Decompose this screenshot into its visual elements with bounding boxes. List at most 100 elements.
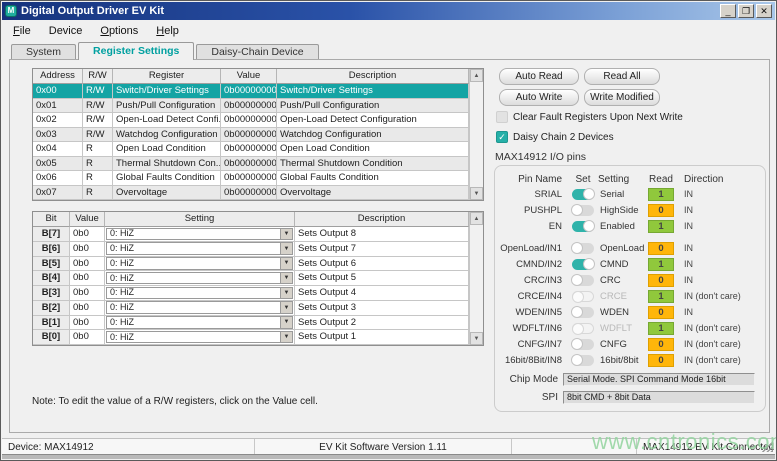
register-value-cell[interactable]: 0b00000000 <box>221 186 277 201</box>
bit-value-cell[interactable]: 0b0 <box>70 271 105 286</box>
pin-toggle[interactable] <box>572 205 594 216</box>
clear-fault-registers-checkbox[interactable] <box>496 111 508 123</box>
tab-system[interactable]: System <box>11 44 76 59</box>
daisy-chain-checkbox[interactable]: ✓ <box>496 131 508 143</box>
register-address-cell[interactable]: 0x03 <box>33 128 83 143</box>
register-description-cell[interactable]: Open Load Condition <box>277 142 469 157</box>
register-rw-cell[interactable]: R <box>83 157 113 172</box>
register-description-cell[interactable]: Overvoltage <box>277 186 469 201</box>
bit-description-cell[interactable]: Sets Output 3 <box>295 301 469 316</box>
bit-setting-cell[interactable]: 0: HiZ ▼ <box>105 286 295 301</box>
bit-name-cell[interactable]: B[4] <box>33 271 70 286</box>
scroll-down-icon[interactable]: ▼ <box>470 187 483 200</box>
pin-toggle[interactable] <box>572 291 594 302</box>
register-table-row[interactable]: 0x02 R/W Open-Load Detect Confi... 0b000… <box>33 113 469 128</box>
register-table-row[interactable]: 0x05 R Thermal Shutdown Con... 0b0000000… <box>33 157 469 172</box>
register-name-cell[interactable]: Switch/Driver Settings <box>113 84 221 99</box>
scroll-up-icon[interactable]: ▲ <box>470 212 483 225</box>
chevron-down-icon[interactable]: ▼ <box>280 229 292 240</box>
bit-name-cell[interactable]: B[0] <box>33 330 70 345</box>
bit-description-cell[interactable]: Sets Output 6 <box>295 257 469 272</box>
register-value-cell[interactable]: 0b00000000 <box>221 142 277 157</box>
register-rw-cell[interactable]: R/W <box>83 99 113 114</box>
chevron-down-icon[interactable]: ▼ <box>280 302 292 313</box>
register-value-cell[interactable]: 0b00000000 <box>221 171 277 186</box>
read-all-button[interactable]: Read All <box>584 68 660 85</box>
auto-write-button[interactable]: Auto Write <box>499 89 579 106</box>
clear-fault-registers-checkbox-row[interactable]: Clear Fault Registers Upon Next Write <box>496 111 683 123</box>
register-name-cell[interactable]: Global Faults Condition <box>113 171 221 186</box>
bit-table-row[interactable]: B[5] 0b0 0: HiZ ▼ Sets Output 6 <box>33 257 469 272</box>
bit-table-row[interactable]: B[1] 0b0 0: HiZ ▼ Sets Output 2 <box>33 316 469 331</box>
bit-value-cell[interactable]: 0b0 <box>70 330 105 345</box>
close-button[interactable]: ✕ <box>756 4 772 18</box>
chevron-down-icon[interactable]: ▼ <box>280 258 292 269</box>
bit-table-row[interactable]: B[0] 0b0 0: HiZ ▼ Sets Output 1 <box>33 330 469 345</box>
register-value-cell[interactable]: 0b00000000 <box>221 99 277 114</box>
register-address-cell[interactable]: 0x04 <box>33 142 83 157</box>
pin-toggle[interactable] <box>572 259 594 270</box>
register-name-cell[interactable]: Open-Load Detect Confi... <box>113 113 221 128</box>
chevron-down-icon[interactable]: ▼ <box>280 288 292 299</box>
register-rw-cell[interactable]: R <box>83 186 113 201</box>
tab-register-settings[interactable]: Register Settings <box>78 42 194 60</box>
bit-setting-cell[interactable]: 0: HiZ ▼ <box>105 271 295 286</box>
bit-name-cell[interactable]: B[3] <box>33 286 70 301</box>
bit-name-cell[interactable]: B[7] <box>33 227 70 242</box>
bit-name-cell[interactable]: B[1] <box>33 316 70 331</box>
register-value-cell[interactable]: 0b00000000 <box>221 84 277 99</box>
register-rw-cell[interactable]: R/W <box>83 84 113 99</box>
bit-setting-cell[interactable]: 0: HiZ ▼ <box>105 330 295 345</box>
minimize-button[interactable]: _ <box>720 4 736 18</box>
menu-item-device[interactable]: Device <box>40 23 92 39</box>
register-name-cell[interactable]: Thermal Shutdown Con... <box>113 157 221 172</box>
bit-description-cell[interactable]: Sets Output 7 <box>295 242 469 257</box>
pin-toggle[interactable] <box>572 307 594 318</box>
register-address-cell[interactable]: 0x06 <box>33 171 83 186</box>
register-description-cell[interactable]: Thermal Shutdown Condition <box>277 157 469 172</box>
bit-table-row[interactable]: B[4] 0b0 0: HiZ ▼ Sets Output 5 <box>33 271 469 286</box>
chevron-down-icon[interactable]: ▼ <box>280 273 292 284</box>
bit-value-cell[interactable]: 0b0 <box>70 316 105 331</box>
bit-setting-dropdown[interactable]: 0: HiZ ▼ <box>106 301 293 314</box>
register-name-cell[interactable]: Open Load Condition <box>113 142 221 157</box>
bit-setting-dropdown[interactable]: 0: HiZ ▼ <box>106 287 293 300</box>
register-value-cell[interactable]: 0b00000000 <box>221 113 277 128</box>
register-name-cell[interactable]: Push/Pull Configuration <box>113 99 221 114</box>
bit-value-cell[interactable]: 0b0 <box>70 257 105 272</box>
bit-description-cell[interactable]: Sets Output 2 <box>295 316 469 331</box>
bit-description-cell[interactable]: Sets Output 1 <box>295 330 469 345</box>
bit-name-cell[interactable]: B[6] <box>33 242 70 257</box>
register-name-cell[interactable]: Overvoltage <box>113 186 221 201</box>
bit-description-cell[interactable]: Sets Output 5 <box>295 271 469 286</box>
bit-name-cell[interactable]: B[2] <box>33 301 70 316</box>
bit-table-row[interactable]: B[2] 0b0 0: HiZ ▼ Sets Output 3 <box>33 301 469 316</box>
pin-toggle[interactable] <box>572 355 594 366</box>
register-table-scrollbar[interactable]: ▲ ▼ <box>469 69 483 200</box>
register-table-row[interactable]: 0x01 R/W Push/Pull Configuration 0b00000… <box>33 99 469 114</box>
register-description-cell[interactable]: Global Faults Condition <box>277 171 469 186</box>
register-value-cell[interactable]: 0b00000000 <box>221 128 277 143</box>
register-table-row[interactable]: 0x07 R Overvoltage 0b00000000 Overvoltag… <box>33 186 469 201</box>
bit-setting-dropdown[interactable]: 0: HiZ ▼ <box>106 272 293 285</box>
bit-description-cell[interactable]: Sets Output 4 <box>295 286 469 301</box>
register-value-cell[interactable]: 0b00000000 <box>221 157 277 172</box>
register-table-row[interactable]: 0x06 R Global Faults Condition 0b0000000… <box>33 171 469 186</box>
bit-table-row[interactable]: B[6] 0b0 0: HiZ ▼ Sets Output 7 <box>33 242 469 257</box>
bit-value-cell[interactable]: 0b0 <box>70 227 105 242</box>
bit-setting-cell[interactable]: 0: HiZ ▼ <box>105 242 295 257</box>
bit-setting-dropdown[interactable]: 0: HiZ ▼ <box>106 242 293 255</box>
menu-item-help[interactable]: Help <box>147 23 188 39</box>
pin-toggle[interactable] <box>572 323 594 334</box>
bit-setting-cell[interactable]: 0: HiZ ▼ <box>105 257 295 272</box>
pin-toggle[interactable] <box>572 189 594 200</box>
maximize-button[interactable]: ❐ <box>738 4 754 18</box>
daisy-chain-checkbox-row[interactable]: ✓ Daisy Chain 2 Devices <box>496 131 614 143</box>
scroll-up-icon[interactable]: ▲ <box>470 69 483 82</box>
auto-read-button[interactable]: Auto Read <box>499 68 579 85</box>
register-address-cell[interactable]: 0x01 <box>33 99 83 114</box>
scroll-down-icon[interactable]: ▼ <box>470 332 483 345</box>
register-rw-cell[interactable]: R <box>83 171 113 186</box>
bit-value-cell[interactable]: 0b0 <box>70 286 105 301</box>
register-table-row[interactable]: 0x03 R/W Watchdog Configuration 0b000000… <box>33 128 469 143</box>
